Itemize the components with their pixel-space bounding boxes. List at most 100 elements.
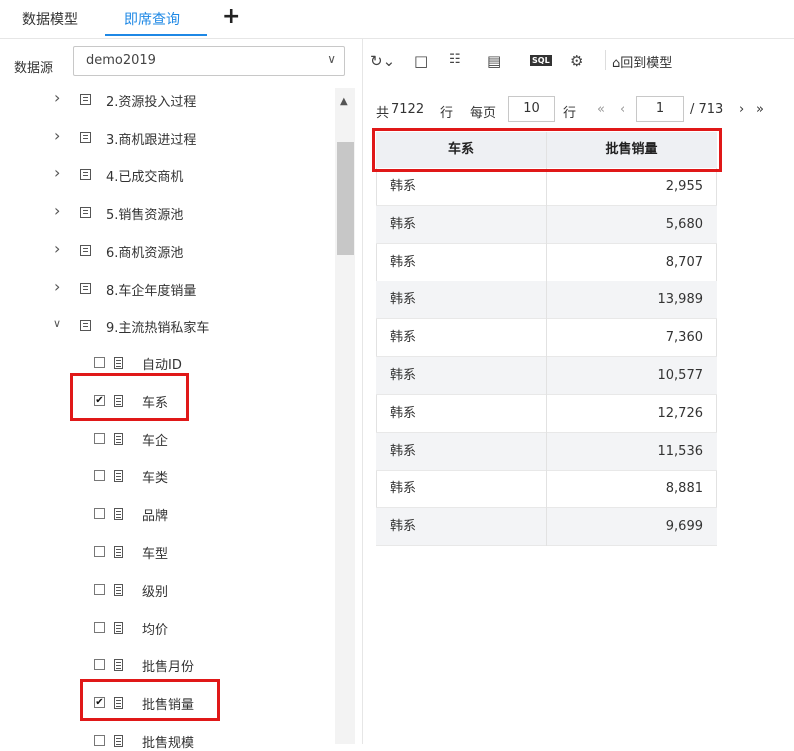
field-checkbox[interactable] [94, 508, 105, 520]
table-cell: 11,536 [546, 432, 717, 471]
field-checkbox[interactable] [94, 583, 105, 595]
chevron-down-icon[interactable]: ∨ [53, 317, 61, 330]
back-to-model-label: 回到模型 [620, 56, 673, 71]
tree-table-item[interactable]: 3.商机跟进过程 [106, 129, 196, 148]
back-to-model-button[interactable]: ⌂回到模型 [612, 52, 672, 71]
field-icon [114, 659, 123, 672]
field-checkbox[interactable] [94, 659, 105, 671]
grid-icon[interactable]: ▤ [487, 52, 501, 70]
field-icon [114, 470, 123, 483]
tab-data-model[interactable]: 数据模型 [22, 9, 78, 29]
tree-field-item[interactable]: 车类 [142, 467, 168, 486]
tree-field-item[interactable]: 自动ID [142, 354, 182, 373]
table-cell: 10,577 [546, 357, 717, 395]
table-cell: 8,881 [546, 470, 717, 509]
table-cell: 韩系 [376, 470, 546, 509]
sql-icon[interactable]: SQL [530, 55, 552, 66]
field-checkbox[interactable] [94, 470, 105, 482]
tree-field-item[interactable]: 级别 [142, 581, 168, 600]
table-cell: 韩系 [376, 319, 546, 358]
datasource-select[interactable]: demo2019 ∨ [73, 46, 345, 76]
last-page-icon[interactable]: » [756, 102, 764, 117]
save-icon[interactable]: □ [414, 52, 428, 70]
table-icon [80, 94, 91, 105]
tree-field-item[interactable]: 品牌 [142, 505, 168, 524]
active-tab-indicator [105, 34, 207, 36]
field-checkbox[interactable] [94, 546, 105, 557]
refresh-icon[interactable]: ↻⌄ [370, 52, 395, 70]
tree-table-item[interactable]: 4.已成交商机 [106, 166, 183, 185]
datasource-label: 数据源 [14, 61, 54, 76]
table-cell: 韩系 [376, 357, 546, 395]
tree-table-item[interactable]: 6.商机资源池 [106, 242, 183, 261]
pager-total-rows: 7122 [391, 102, 425, 117]
top-tab-bar: 数据模型 即席查询 + [0, 0, 794, 39]
pager-per-page-label: 每页 [470, 106, 497, 121]
pager-total-prefix: 共 [376, 106, 390, 121]
next-page-icon[interactable]: › [739, 102, 744, 117]
tree-table-item[interactable]: 9.主流热销私家车 [106, 317, 209, 336]
tree-table-item[interactable]: 8.车企年度销量 [106, 280, 196, 299]
table-icon [80, 169, 91, 181]
table-cell: 韩系 [376, 281, 546, 320]
tree-field-item[interactable]: 批售月份 [142, 656, 194, 675]
toolbar-separator [605, 50, 606, 70]
table-icon [80, 131, 91, 143]
chevron-right-icon[interactable]: › [54, 88, 60, 107]
table-cell: 韩系 [376, 244, 546, 282]
table-cell: 9,699 [546, 508, 717, 547]
table-cell: 韩系 [376, 168, 546, 206]
tab-adhoc-query[interactable]: 即席查询 [124, 9, 180, 29]
per-page-input[interactable]: 10 [508, 96, 555, 122]
table-cell: 韩系 [376, 432, 546, 471]
table-cell: 韩系 [376, 395, 546, 433]
field-checkbox[interactable] [94, 432, 105, 444]
chevron-right-icon[interactable]: › [54, 277, 60, 296]
field-checkbox[interactable] [94, 357, 105, 368]
first-page-icon[interactable]: « [597, 102, 605, 117]
table-cell: 2,955 [546, 168, 717, 206]
field-icon [114, 546, 123, 558]
chevron-right-icon[interactable]: › [54, 163, 60, 182]
chevron-right-icon[interactable]: › [54, 239, 60, 258]
panel-splitter[interactable] [362, 38, 363, 744]
tree-icon[interactable]: ☷ [449, 52, 461, 67]
chevron-down-icon: ∨ [327, 52, 336, 66]
field-checkbox[interactable] [94, 735, 105, 746]
table-icon [80, 207, 91, 219]
field-icon [114, 357, 123, 369]
table-cell: 13,989 [546, 281, 717, 320]
tree-field-item[interactable]: 批售规模 [142, 732, 194, 751]
tree-scrollbar-thumb[interactable] [337, 142, 354, 255]
tree-table-item[interactable]: 2.资源投入过程 [106, 91, 196, 110]
chevron-right-icon[interactable]: › [54, 126, 60, 145]
datasource-value: demo2019 [86, 53, 156, 68]
current-page-input[interactable]: 1 [636, 96, 684, 122]
chevron-right-icon[interactable]: › [54, 201, 60, 220]
table-cell: 12,726 [546, 395, 717, 433]
table-icon [80, 320, 91, 332]
table-icon [80, 282, 91, 294]
gear-icon[interactable]: ⚙ [570, 52, 583, 70]
plus-icon[interactable]: + [222, 4, 240, 29]
highlight-box [372, 128, 722, 172]
table-icon [80, 244, 91, 256]
field-checkbox[interactable] [94, 621, 105, 633]
table-cell: 5,680 [546, 205, 717, 244]
field-icon [114, 621, 123, 634]
field-icon [114, 583, 123, 596]
tree-field-item[interactable]: 车型 [142, 543, 168, 562]
tree-table-item[interactable]: 5.销售资源池 [106, 204, 183, 223]
table-cell: 7,360 [546, 319, 717, 358]
highlight-box [80, 679, 220, 721]
field-icon [114, 508, 123, 521]
table-cell: 8,707 [546, 244, 717, 282]
table-cell: 韩系 [376, 508, 546, 547]
tree-field-item[interactable]: 均价 [142, 619, 168, 638]
prev-page-icon[interactable]: ‹ [620, 102, 625, 117]
pager-total-pages: / 713 [690, 102, 724, 117]
highlight-box [70, 373, 189, 421]
field-icon [114, 432, 123, 445]
scroll-up-icon[interactable]: ▲ [340, 96, 348, 107]
tree-field-item[interactable]: 车企 [142, 430, 168, 449]
